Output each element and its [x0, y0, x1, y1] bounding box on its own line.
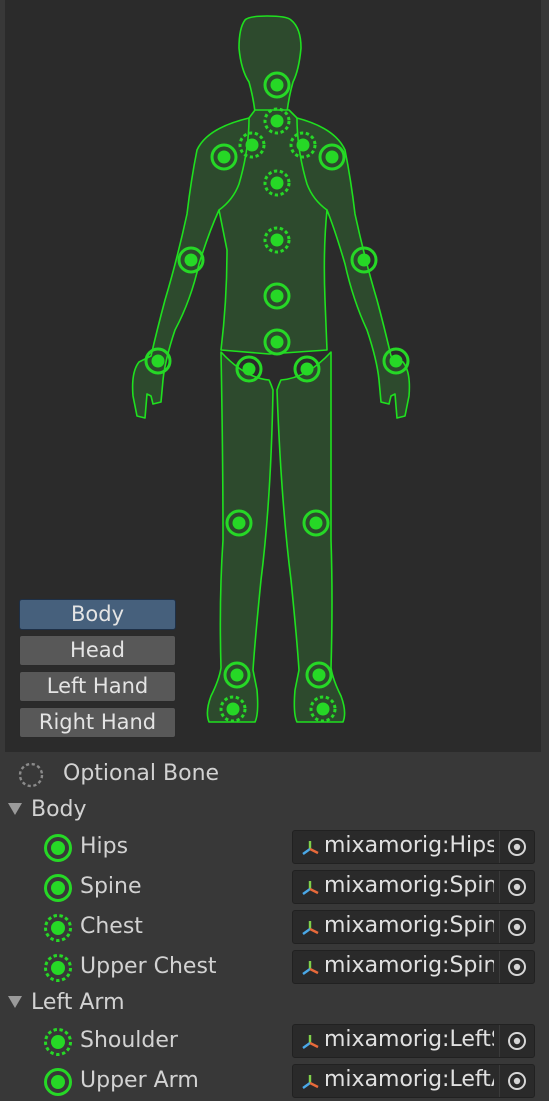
section-body-foldout[interactable]: Body: [0, 793, 549, 829]
bone-transform-field[interactable]: mixamorig:Hips: [292, 830, 535, 864]
bone-row-hips: Hips mixamorig:Hips: [0, 829, 549, 865]
avatar-view: Body Head Left Hand Right Hand: [0, 0, 549, 752]
bone-label: Upper Chest: [80, 954, 217, 979]
object-picker-icon: [508, 838, 526, 856]
bone-transform-field[interactable]: mixamorig:Spine2: [292, 950, 535, 984]
bone-transform-field[interactable]: mixamorig:LeftArm: [292, 1064, 535, 1098]
bone-transform-value: mixamorig:LeftArm: [324, 1067, 494, 1092]
section-title: Left Arm: [31, 990, 125, 1015]
tab-right-hand[interactable]: Right Hand: [19, 707, 176, 738]
object-picker-icon: [508, 1072, 526, 1090]
bone-transform-value: mixamorig:Spine: [324, 873, 494, 898]
object-picker-button[interactable]: [499, 1065, 534, 1097]
tab-head[interactable]: Head: [19, 635, 176, 666]
object-picker-button[interactable]: [499, 871, 534, 903]
bone-transform-value: mixamorig:LeftShoulder: [324, 1027, 494, 1052]
section-title: Body: [31, 797, 87, 822]
bone-label: Spine: [80, 874, 142, 899]
bone-label: Upper Arm: [80, 1068, 199, 1093]
object-picker-button[interactable]: [499, 1025, 534, 1057]
object-picker-icon: [508, 1032, 526, 1050]
bone-row-left-upper-arm: Upper Arm mixamorig:LeftArm: [0, 1063, 549, 1099]
bone-required-icon: [44, 1068, 72, 1096]
bone-optional-icon: [44, 914, 72, 942]
transform-axis-icon: [302, 841, 319, 855]
bone-row-left-shoulder: Shoulder mixamorig:LeftShoulder: [0, 1023, 549, 1059]
optional-bone-icon: [18, 762, 44, 788]
transform-axis-icon: [302, 1075, 319, 1089]
bone-required-icon: [44, 834, 72, 862]
object-picker-button[interactable]: [499, 911, 534, 943]
bone-transform-value: mixamorig:Spine2: [324, 953, 494, 978]
object-picker-icon: [508, 958, 526, 976]
section-left-arm-foldout[interactable]: Left Arm: [0, 986, 549, 1022]
optional-bone-legend: Optional Bone: [0, 756, 549, 792]
object-picker-icon: [508, 878, 526, 896]
bone-required-icon: [44, 874, 72, 902]
bone-mapping-list: Optional Bone Body Hips mixamorig:Hips S…: [0, 752, 549, 1101]
bone-optional-icon: [44, 954, 72, 982]
foldout-arrow-icon: [8, 996, 22, 1008]
bone-transform-value: mixamorig:Spine1: [324, 913, 494, 938]
bone-label: Hips: [80, 834, 129, 859]
bone-transform-value: mixamorig:Hips: [324, 833, 494, 858]
transform-axis-icon: [302, 881, 319, 895]
bone-row-chest: Chest mixamorig:Spine1: [0, 909, 549, 945]
bone-row-spine: Spine mixamorig:Spine: [0, 869, 549, 905]
bone-transform-field[interactable]: mixamorig:LeftShoulder: [292, 1024, 535, 1058]
bone-transform-field[interactable]: mixamorig:Spine: [292, 870, 535, 904]
transform-axis-icon: [302, 1035, 319, 1049]
bone-row-upper-chest: Upper Chest mixamorig:Spine2: [0, 949, 549, 985]
object-picker-button[interactable]: [499, 831, 534, 863]
transform-axis-icon: [302, 921, 319, 935]
bone-label: Shoulder: [80, 1028, 178, 1053]
foldout-arrow-icon: [8, 803, 22, 815]
object-picker-icon: [508, 918, 526, 936]
optional-bone-label: Optional Bone: [63, 761, 220, 786]
object-picker-button[interactable]: [499, 951, 534, 983]
tab-body[interactable]: Body: [19, 599, 176, 630]
bone-label: Chest: [80, 914, 143, 939]
tab-left-hand[interactable]: Left Hand: [19, 671, 176, 702]
bone-optional-icon: [44, 1028, 72, 1056]
bone-transform-field[interactable]: mixamorig:Spine1: [292, 910, 535, 944]
transform-axis-icon: [302, 961, 319, 975]
avatar-figure-panel: Body Head Left Hand Right Hand: [5, 0, 541, 752]
